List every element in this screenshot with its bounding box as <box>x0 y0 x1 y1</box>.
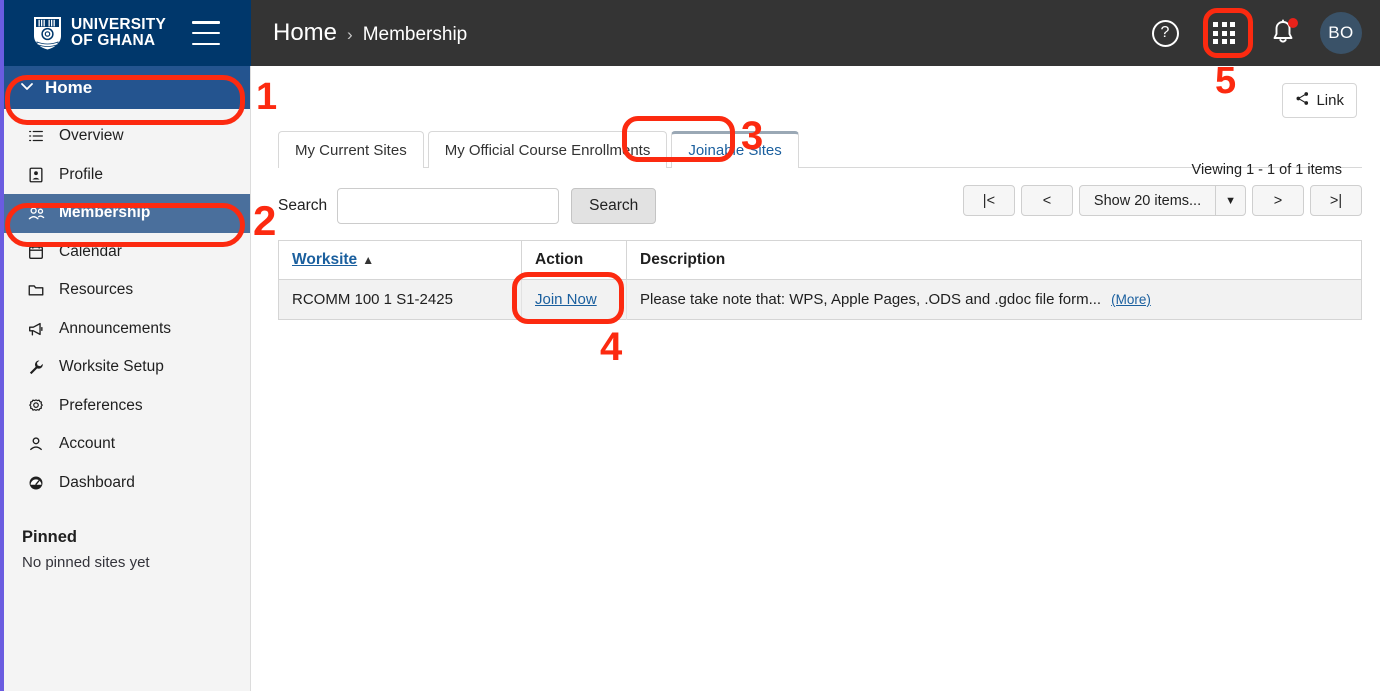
pagination: Viewing 1 - 1 of 1 items |< < Show 20 it… <box>962 162 1362 216</box>
column-header-worksite: Worksite ▲ <box>278 240 522 280</box>
chevron-down-icon: ▼ <box>1215 186 1245 215</box>
sidebar-item-label: Preferences <box>59 396 143 414</box>
sort-ascending-icon: ▲ <box>362 253 375 267</box>
brand-zone: UNIVERSITY OF GHANA <box>0 0 251 66</box>
main-content: Link My Current Sites My Official Course… <box>256 66 1380 691</box>
cell-worksite: RCOMM 100 1 S1-2425 <box>278 279 522 320</box>
notification-badge <box>1288 18 1298 28</box>
description-text: Please take note that: WPS, Apple Pages,… <box>640 291 1102 308</box>
pinned-section: Pinned No pinned sites yet <box>4 528 250 571</box>
sidebar-item-overview[interactable]: Overview <box>4 117 250 156</box>
sidebar-item-label: Profile <box>59 165 103 183</box>
pagination-prev-button[interactable]: < <box>1020 185 1073 216</box>
sidebar-item-label: Announcements <box>59 319 172 337</box>
table-row: RCOMM 100 1 S1-2425 Join Now Please take… <box>278 279 1362 320</box>
university-wordmark: UNIVERSITY OF GHANA <box>71 17 166 49</box>
bell-icon <box>1270 18 1298 47</box>
sidebar-item-label: Dashboard <box>59 473 135 491</box>
sidebar-item-preferences[interactable]: Preferences <box>4 387 250 426</box>
gear-icon <box>26 396 46 416</box>
breadcrumb: Home › Membership <box>273 19 467 47</box>
sidebar-item-calendar[interactable]: Calendar <box>4 233 250 272</box>
university-line2: OF GHANA <box>71 32 156 49</box>
pagination-count: Viewing 1 - 1 of 1 items <box>1191 162 1342 178</box>
breadcrumb-home[interactable]: Home <box>273 19 337 47</box>
pinned-title: Pinned <box>22 528 78 546</box>
cell-action: Join Now <box>521 279 627 320</box>
app-grid-button[interactable] <box>1202 11 1246 55</box>
sidebar-item-label: Membership <box>59 204 151 222</box>
calendar-icon <box>26 242 46 262</box>
sidebar-item-label: Worksite Setup <box>59 358 164 376</box>
share-icon <box>1295 91 1310 110</box>
sort-worksite-link[interactable]: Worksite <box>292 251 357 268</box>
more-link[interactable]: (More) <box>1111 292 1151 307</box>
help-icon: ? <box>1151 19 1179 47</box>
gauge-icon <box>26 473 46 493</box>
link-button-label: Link <box>1316 92 1344 109</box>
megaphone-icon <box>26 319 46 339</box>
tab-joinable-sites[interactable]: Joinable Sites <box>671 131 799 168</box>
pagination-first-button[interactable]: |< <box>962 185 1015 216</box>
hamburger-menu-icon[interactable] <box>192 21 221 45</box>
pagination-last-button[interactable]: >| <box>1310 185 1362 216</box>
table-header-row: Worksite ▲ Action Description <box>278 240 1362 280</box>
sidebar-item-label: Overview <box>59 127 124 145</box>
folder-icon <box>26 280 46 300</box>
sidebar-item-dashboard[interactable]: Dashboard <box>4 464 250 503</box>
header-icon-group: ? BO <box>1150 11 1362 55</box>
sidebar-item-account[interactable]: Account <box>4 425 250 464</box>
notifications-button[interactable] <box>1268 18 1298 48</box>
column-header-description: Description <box>626 240 1362 280</box>
sidebar-item-label: Account <box>59 435 116 453</box>
list-icon <box>26 126 46 146</box>
help-button[interactable]: ? <box>1150 18 1180 48</box>
search-input[interactable] <box>337 188 560 224</box>
table-head: Worksite ▲ Action Description <box>278 240 1362 280</box>
column-header-action: Action <box>521 240 627 280</box>
sidebar-item-label: Resources <box>59 281 134 299</box>
university-logo[interactable]: UNIVERSITY OF GHANA <box>32 15 166 51</box>
people-icon <box>26 203 46 223</box>
link-row: Link <box>256 66 1380 118</box>
page-size-select[interactable]: Show 20 items... ▼ <box>1078 185 1246 216</box>
search-label: Search <box>278 197 328 214</box>
search-row: Search Search Viewing 1 - 1 of 1 items |… <box>278 162 1362 224</box>
pinned-empty-message: No pinned sites yet <box>22 554 150 571</box>
tab-my-current-sites[interactable]: My Current Sites <box>278 131 424 168</box>
sidebar-item-profile[interactable]: Profile <box>4 156 250 195</box>
sidebar-home-label: Home <box>45 77 93 97</box>
university-line1: UNIVERSITY <box>71 16 167 33</box>
pagination-buttons: |< < Show 20 items... ▼ > >| <box>962 185 1362 216</box>
ug-crest-icon <box>34 17 61 50</box>
person-icon <box>26 434 46 454</box>
id-card-icon <box>26 165 46 185</box>
page-size-value: Show 20 items... <box>1093 192 1202 209</box>
cell-description: Please take note that: WPS, Apple Pages,… <box>626 279 1362 320</box>
pagination-next-button[interactable]: > <box>1252 185 1304 216</box>
breadcrumb-current: Membership <box>362 24 468 45</box>
search-button[interactable]: Search <box>571 188 657 224</box>
sidebar-nav-list: Overview Profile Membership Calendar Res… <box>4 109 250 502</box>
header-main: Home › Membership ? BO <box>251 0 1380 66</box>
sidebar-item-resources[interactable]: Resources <box>4 271 250 310</box>
sidebar-item-label: Calendar <box>59 242 122 260</box>
sidebar: Home Overview Profile Membership Calenda… <box>0 66 251 691</box>
wrench-icon <box>26 357 46 377</box>
sidebar-item-home[interactable]: Home <box>4 66 250 109</box>
sidebar-item-membership[interactable]: Membership <box>4 194 250 233</box>
user-avatar[interactable]: BO <box>1320 12 1362 54</box>
joinable-sites-table: Worksite ▲ Action Description RCOMM 100 1… <box>278 240 1362 320</box>
breadcrumb-separator-icon: › <box>347 25 353 44</box>
sidebar-item-worksite-setup[interactable]: Worksite Setup <box>4 348 250 387</box>
link-button[interactable]: Link <box>1282 83 1357 118</box>
chevron-down-icon <box>20 79 34 96</box>
join-now-link[interactable]: Join Now <box>535 291 597 308</box>
sidebar-item-announcements[interactable]: Announcements <box>4 310 250 349</box>
top-header-bar: UNIVERSITY OF GHANA Home › Membership ? <box>0 0 1380 66</box>
table-body: RCOMM 100 1 S1-2425 Join Now Please take… <box>278 279 1362 320</box>
tab-my-official-course-enrollments[interactable]: My Official Course Enrollments <box>427 131 668 168</box>
app-grid-icon <box>1213 22 1235 44</box>
